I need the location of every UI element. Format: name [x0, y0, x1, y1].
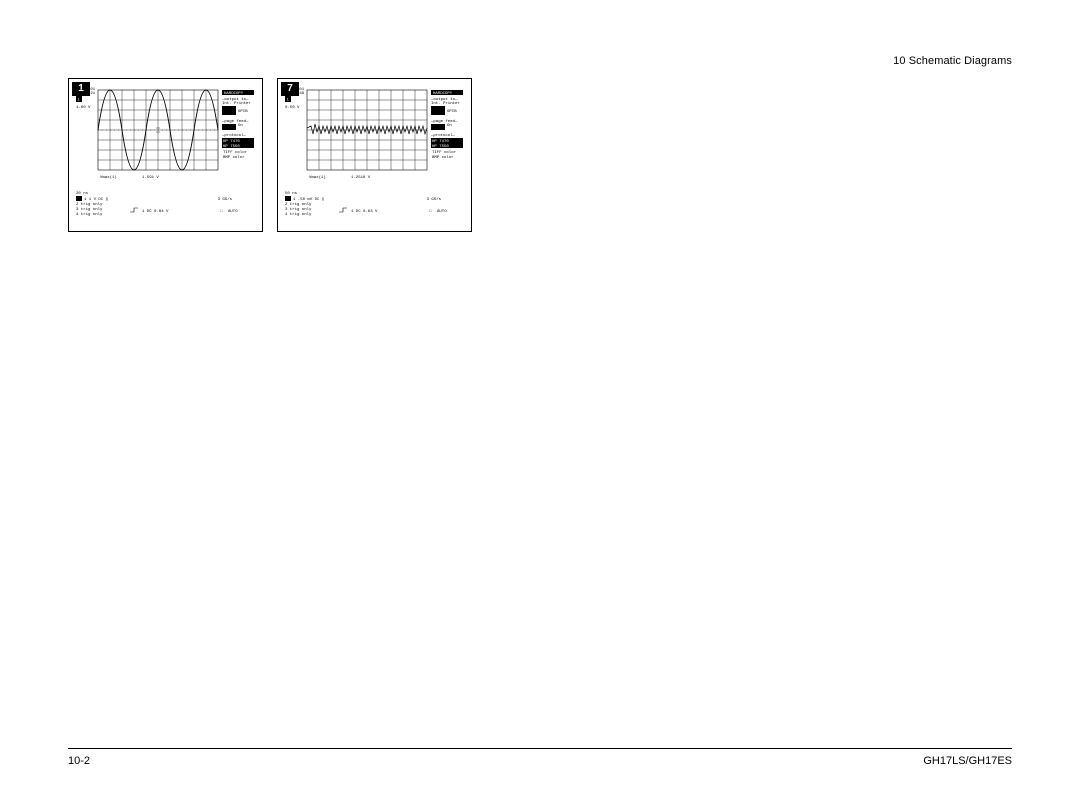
scope-screen-1: 1 7-Jun-01 14:25:21 1.00 V HARDCOPY —out…	[72, 82, 259, 228]
scope1-pagefeedval: On	[238, 124, 243, 128]
scope7-hardcopy: HARDCOPY	[433, 92, 453, 96]
scope7-protocol: —protocol—	[430, 133, 456, 138]
scope7-time: 14:22:49	[285, 92, 305, 96]
scope1-proto4: BMP color	[223, 155, 245, 160]
scope1-ch1line: 1 1 V DC §	[84, 197, 109, 202]
page: 10 Schematic Diagrams 1	[0, 0, 1080, 801]
scope7-pagefeed: —page feed—	[430, 119, 458, 124]
scope1-proto2: HP 7550	[223, 145, 240, 149]
scope1-ch3line: 3 trig only	[76, 207, 103, 212]
scope-capture-1: 1	[68, 78, 263, 232]
scope7-tb-right: 3 GS/s	[427, 197, 442, 202]
model-label: GH17LS/GH17ES	[923, 755, 1012, 767]
scope-svg-7: 1 7-Jun-01 14:22:49 0.50 V HARDCOPY —out…	[281, 82, 468, 228]
footer-rule	[68, 748, 1012, 749]
scope1-stop: □	[220, 209, 223, 214]
scope1-gpib: GPIB	[238, 110, 248, 114]
scope7-vdiv: 0.50 V	[285, 106, 300, 110]
scope-screen-7: 1 7-Jun-01 14:22:49 0.50 V HARDCOPY —out…	[281, 82, 468, 228]
scope1-tb-right: 3 GS/s	[218, 197, 233, 202]
scope7-vmax-val: 1.2518 V	[351, 176, 371, 180]
scope1-vdiv: 1.00 V	[76, 106, 91, 110]
scope7-timebase: 50 ns	[285, 192, 298, 196]
scope1-trigsrc: 1 DC 0.84 V	[142, 210, 169, 214]
scope1-protocol: —protocol—	[221, 133, 247, 138]
scope7-trigsrc: 1 DC 0.63 V	[351, 210, 378, 214]
scope7-ch1line: 1 .50 mV DC §	[293, 197, 325, 202]
page-number: 10-2	[68, 755, 90, 767]
section-header: 10 Schematic Diagrams	[893, 55, 1012, 67]
scope1-vmax-label: Vmax(1)	[100, 175, 117, 180]
scope7-ch4line: 4 trig only	[285, 212, 312, 217]
scope-capture-7: 7	[277, 78, 472, 232]
scope7-proto3: TIFF color	[432, 150, 457, 155]
scope7-ch2line: 2 trig only	[285, 202, 312, 207]
scope1-timebase: 20 ns	[76, 192, 89, 196]
scope7-proto4: BMP color	[432, 155, 454, 160]
scope1-vmax-val: 1.591 V	[142, 176, 159, 180]
scope1-time: 14:25:21	[76, 92, 96, 96]
scope-row: 1	[68, 78, 472, 232]
scope7-outputdest: Int. Printer	[431, 101, 460, 106]
scope1-outputdest: Int. Printer	[222, 101, 251, 106]
scope1-pagefeed: —page feed—	[221, 119, 249, 124]
scope-svg-1: 1 7-Jun-01 14:25:21 1.00 V HARDCOPY —out…	[72, 82, 259, 228]
scope1-mode: AUTO	[228, 210, 238, 214]
scope7-stop: □	[429, 209, 432, 214]
scope1-proto3: TIFF color	[223, 150, 248, 155]
scope7-pagefeedval: On	[447, 124, 452, 128]
scope7-mode: AUTO	[437, 210, 447, 214]
scope7-ch3line: 3 trig only	[285, 207, 312, 212]
scope1-ch4line: 4 trig only	[76, 212, 103, 217]
scope1-hardcopy: HARDCOPY	[224, 92, 244, 96]
scope1-ch2line: 2 trig only	[76, 202, 103, 207]
scope7-proto2: HP 7550	[432, 145, 449, 149]
scope7-vmax-label: Vmax(1)	[309, 175, 326, 180]
scope7-gpib: GPIB	[447, 110, 457, 114]
